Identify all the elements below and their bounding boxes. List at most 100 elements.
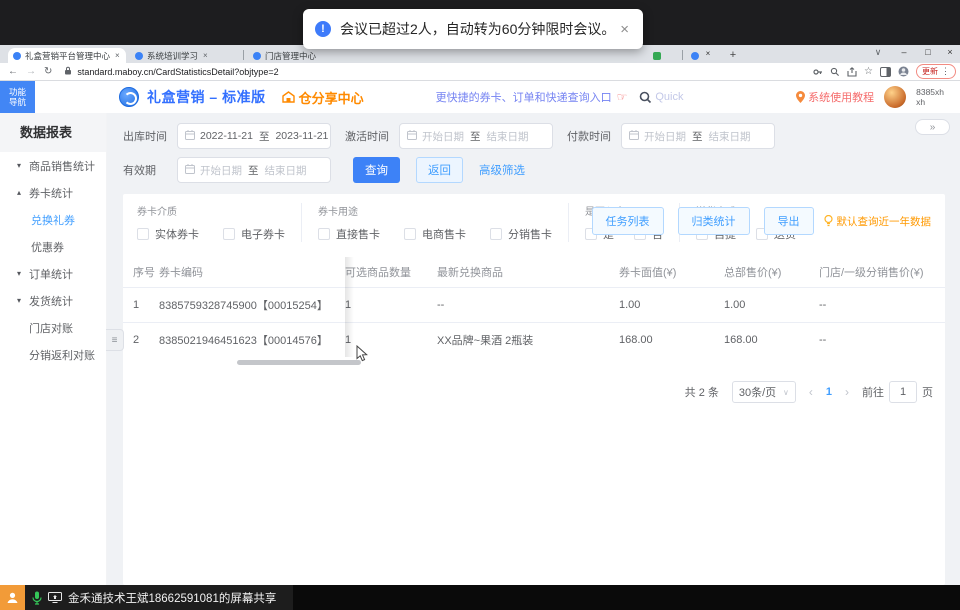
browser-tab-active[interactable]: 礼盒营销平台管理中心 × xyxy=(8,48,126,63)
chevron-up-icon: ▴ xyxy=(17,188,22,197)
password-key-icon[interactable] xyxy=(813,67,823,77)
tip-label: 默认查询近一年数据 xyxy=(836,215,932,228)
checkbox-electronic-card[interactable]: 电子券卡 xyxy=(223,226,285,242)
browser-tab[interactable]: 系统培训学习 × xyxy=(130,48,240,63)
sidebar-item-shipping-stats[interactable]: ▾ 发货统计 xyxy=(0,287,106,314)
sharer-avatar-icon xyxy=(0,585,25,610)
quick-search[interactable]: Quick xyxy=(639,91,683,104)
brand-logo-icon xyxy=(119,87,139,107)
toast-close-icon[interactable]: × xyxy=(618,21,631,38)
microphone-icon xyxy=(32,591,42,605)
export-button[interactable]: 导出 xyxy=(763,207,814,235)
sidebar-item-discount-coupon[interactable]: 优惠券 xyxy=(0,233,106,260)
sidebar-item-store-reconcile[interactable]: 门店对账 xyxy=(0,314,106,341)
tutorial-link[interactable]: 系统使用教程 xyxy=(796,89,874,105)
window-minimize-button[interactable]: – xyxy=(896,47,912,57)
prev-page-icon[interactable]: ‹ xyxy=(809,385,813,399)
checkbox-distribution-sale[interactable]: 分销售卡 xyxy=(490,226,552,242)
zoom-icon[interactable] xyxy=(830,67,840,77)
tab-favicon xyxy=(135,51,143,60)
window-close-button[interactable]: × xyxy=(942,47,958,57)
brand-title: 礼盒营销 – 标准版 xyxy=(147,89,266,105)
back-button[interactable]: 返回 xyxy=(416,157,463,183)
end-date-placeholder: 结束日期 xyxy=(486,130,529,143)
next-page-icon[interactable]: › xyxy=(845,385,849,399)
classify-stats-button[interactable]: 归类统计 xyxy=(677,207,750,235)
profile-avatar-icon[interactable] xyxy=(898,66,909,77)
back-icon[interactable]: ← xyxy=(8,66,18,77)
scrollbar-thumb[interactable] xyxy=(237,360,361,365)
checkbox-icon[interactable] xyxy=(490,228,502,240)
sidebar-item-label: 兑换礼券 xyxy=(31,214,75,227)
sidebar-item-exchange-coupon[interactable]: 兑换礼券 xyxy=(0,206,106,233)
lightbulb-icon xyxy=(823,215,833,227)
browser-window: 礼盒营销平台管理中心 × 系统培训学习 × 门店管理中心 × + ∨ – □ ×… xyxy=(0,45,960,585)
tutorial-label: 系统使用教程 xyxy=(808,92,875,104)
total-count: 共 2 条 xyxy=(684,387,719,399)
tab-close-icon[interactable]: × xyxy=(203,51,208,60)
sidebar-item-distribution-rebate[interactable]: 分销返利对账 xyxy=(0,341,106,368)
goto-unit: 页 xyxy=(922,387,933,399)
cell-store-price: -- xyxy=(819,334,827,346)
activate-date-range-input[interactable]: 开始日期 至 结束日期 xyxy=(399,123,553,149)
side-panel-icon[interactable] xyxy=(880,66,891,77)
new-tab-button[interactable]: + xyxy=(726,49,740,61)
tab-favicon xyxy=(13,51,21,60)
start-date-value: 2022-11-21 xyxy=(200,130,253,142)
sidebar-item-order-stats[interactable]: ▾ 订单统计 xyxy=(0,260,106,287)
current-page[interactable]: 1 xyxy=(826,386,832,398)
checkbox-label: 电商售卡 xyxy=(422,229,466,241)
sidebar-item-product-sales[interactable]: ▾ 商品销售统计 xyxy=(0,152,106,179)
browser-tab-partial[interactable] xyxy=(648,48,678,63)
advanced-filter-link[interactable]: 高级筛选 xyxy=(479,162,525,178)
checkbox-group-medium: 券卡介质 实体券卡 电子券卡 xyxy=(137,203,301,242)
sidebar-collapse-handle[interactable]: ≡ xyxy=(106,329,124,351)
sidebar-item-label: 券卡统计 xyxy=(29,187,73,200)
window-maximize-button[interactable]: □ xyxy=(920,47,936,57)
payment-date-range-input[interactable]: 开始日期 至 结束日期 xyxy=(621,123,775,149)
task-list-button[interactable]: 任务列表 xyxy=(591,207,664,235)
tab-separator xyxy=(682,50,683,60)
table-row[interactable]: 1 8385759328745900【00015254】 1 -- 1.00 1… xyxy=(123,287,945,322)
tab-close-icon[interactable]: × xyxy=(115,51,120,60)
function-nav-button[interactable]: 功能 导航 xyxy=(0,81,35,113)
checkbox-icon[interactable] xyxy=(137,228,149,240)
goto-label: 前往 xyxy=(862,387,884,399)
sidebar-item-card-stats[interactable]: ▴ 券卡统计 xyxy=(0,179,106,206)
share-center-link[interactable]: 仓分享中心 xyxy=(281,88,364,107)
validity-date-range-input[interactable]: 开始日期 至 结束日期 xyxy=(177,157,331,183)
start-date-placeholder: 开始日期 xyxy=(422,130,464,143)
bookmark-star-icon[interactable]: ☆ xyxy=(864,66,873,77)
tab-close-icon[interactable]: × xyxy=(700,49,716,58)
app-header: 功能 导航 礼盒营销 – 标准版 仓分享中心 更快捷的券卡、订单和快递查询入口 … xyxy=(0,81,960,113)
sidebar: 数据报表 ▾ 商品销售统计 ▴ 券卡统计 兑换礼券 优惠券 ▾ 订单统计 ▾ 发货统计 … xyxy=(0,113,124,585)
search-icon xyxy=(640,91,652,103)
chrome-update-button[interactable]: 更新 ⋮ xyxy=(916,64,956,79)
checkbox-direct-sale[interactable]: 直接售卡 xyxy=(318,226,380,242)
browser-menu-icon[interactable]: ⋮ xyxy=(941,66,950,77)
checkbox-icon[interactable] xyxy=(223,228,235,240)
checkbox-group-label: 券卡介质 xyxy=(137,207,177,218)
user-avatar[interactable] xyxy=(884,86,907,108)
checkbox-icon[interactable] xyxy=(318,228,330,240)
outbound-date-range-input[interactable]: 2022-11-21 至 2023-11-21 xyxy=(177,123,331,149)
panel-collapse-button[interactable]: » xyxy=(915,119,950,135)
reload-icon[interactable]: ↻ xyxy=(44,66,52,77)
default-query-tip: 默认查询近一年数据 xyxy=(823,214,932,229)
goto-page: 前往 页 xyxy=(862,381,933,403)
page-size-select[interactable]: 30条/页 ∨ xyxy=(731,381,796,403)
quick-entry-link[interactable]: 更快捷的券卡、订单和快递查询入口 ☞ xyxy=(436,89,628,105)
checkbox-icon[interactable] xyxy=(404,228,416,240)
tab-search-chevron-icon[interactable]: ∨ xyxy=(870,47,886,58)
filter-label: 激活时间 xyxy=(345,131,389,143)
tab-label: 门店管理中心 xyxy=(265,50,317,61)
goto-page-input[interactable] xyxy=(889,381,917,403)
forward-icon[interactable]: → xyxy=(26,66,36,77)
table-row[interactable]: 2 8385021946451623【00014576】 1 XX品牌~果酒 2… xyxy=(123,322,945,357)
checkbox-physical-card[interactable]: 实体券卡 xyxy=(137,226,199,242)
url-text[interactable]: standard.maboy.cn/CardStatisticsDetail?o… xyxy=(77,67,278,77)
browser-tab[interactable]: 门店管理中心 xyxy=(248,48,358,63)
checkbox-ecommerce-sale[interactable]: 电商售卡 xyxy=(404,226,466,242)
share-icon[interactable] xyxy=(847,66,857,77)
search-button[interactable]: 查询 xyxy=(353,157,400,183)
